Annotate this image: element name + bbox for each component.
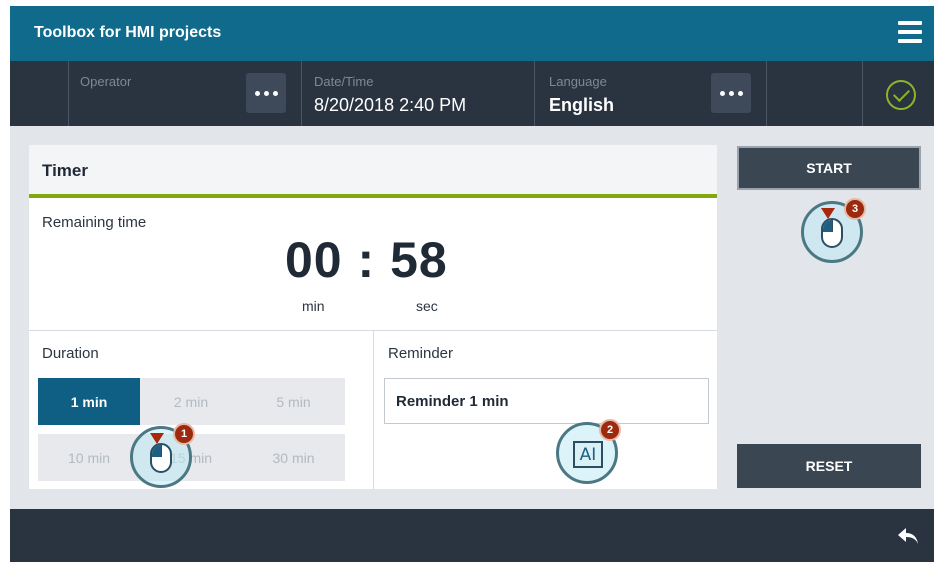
- language-label: Language: [549, 74, 607, 89]
- pointer-arrow-icon: [821, 208, 835, 219]
- seconds-unit: sec: [416, 298, 438, 314]
- time-separator: :: [357, 232, 376, 288]
- pointer-arrow-icon: [150, 433, 164, 444]
- reminder-value: Reminder 1 min: [396, 393, 509, 410]
- mouse-icon: [150, 443, 172, 473]
- operator-label: Operator: [80, 74, 132, 89]
- back-icon[interactable]: [896, 526, 920, 546]
- bottom-bar: [10, 509, 934, 562]
- menu-icon[interactable]: [898, 21, 922, 43]
- mouse-click-marker: 1: [130, 423, 195, 488]
- divider: [766, 61, 767, 126]
- duration-option-5-min[interactable]: 5 min: [242, 378, 345, 425]
- timer-header: Timer: [29, 145, 717, 198]
- reminder-input[interactable]: Reminder 1 min: [384, 378, 709, 424]
- minutes-unit: min: [302, 298, 325, 314]
- language-value: English: [549, 95, 615, 115]
- mouse-icon: [821, 218, 843, 248]
- app-title: Toolbox for HMI projects: [34, 24, 222, 41]
- divider: [862, 61, 863, 126]
- step-badge: 3: [844, 198, 866, 220]
- duration-option-30-min[interactable]: 30 min: [242, 434, 345, 481]
- title-bar: Toolbox for HMI projects: [10, 6, 934, 61]
- countdown-display: 00 : 58: [285, 231, 448, 289]
- step-badge: 2: [599, 419, 621, 441]
- divider: [534, 61, 535, 126]
- duration-option-2-min[interactable]: 2 min: [140, 378, 242, 425]
- remaining-time-label: Remaining time: [42, 214, 147, 231]
- check-circle-icon: [886, 80, 916, 110]
- language-more-button[interactable]: [711, 73, 751, 113]
- text-input-marker: AI 2: [556, 419, 621, 484]
- datetime-value: 8/20/2018 2:40 PM: [314, 95, 467, 115]
- operator-more-button[interactable]: [246, 73, 286, 113]
- seconds-value: 58: [390, 232, 448, 288]
- duration-option-1-min[interactable]: 1 min: [38, 378, 140, 425]
- datetime-label: Date/Time: [314, 74, 374, 89]
- step-badge: 1: [173, 423, 195, 445]
- text-cursor-icon: AI: [573, 441, 603, 468]
- reset-button[interactable]: RESET: [737, 444, 921, 488]
- duration-label: Duration: [42, 345, 99, 362]
- reminder-label: Reminder: [388, 345, 454, 362]
- divider: [301, 61, 302, 126]
- minutes-value: 00: [285, 232, 343, 288]
- status-bar: Operator Date/Time 8/20/2018 2:40 PM Lan…: [10, 61, 934, 126]
- mouse-click-marker: 3: [801, 198, 866, 263]
- duration-row-1: 1 min 2 min 5 min: [38, 378, 345, 425]
- divider: [373, 331, 374, 489]
- start-button[interactable]: START: [737, 146, 921, 190]
- timer-title: Timer: [42, 161, 88, 180]
- duration-option-10-min[interactable]: 10 min: [38, 434, 140, 481]
- divider: [68, 61, 69, 126]
